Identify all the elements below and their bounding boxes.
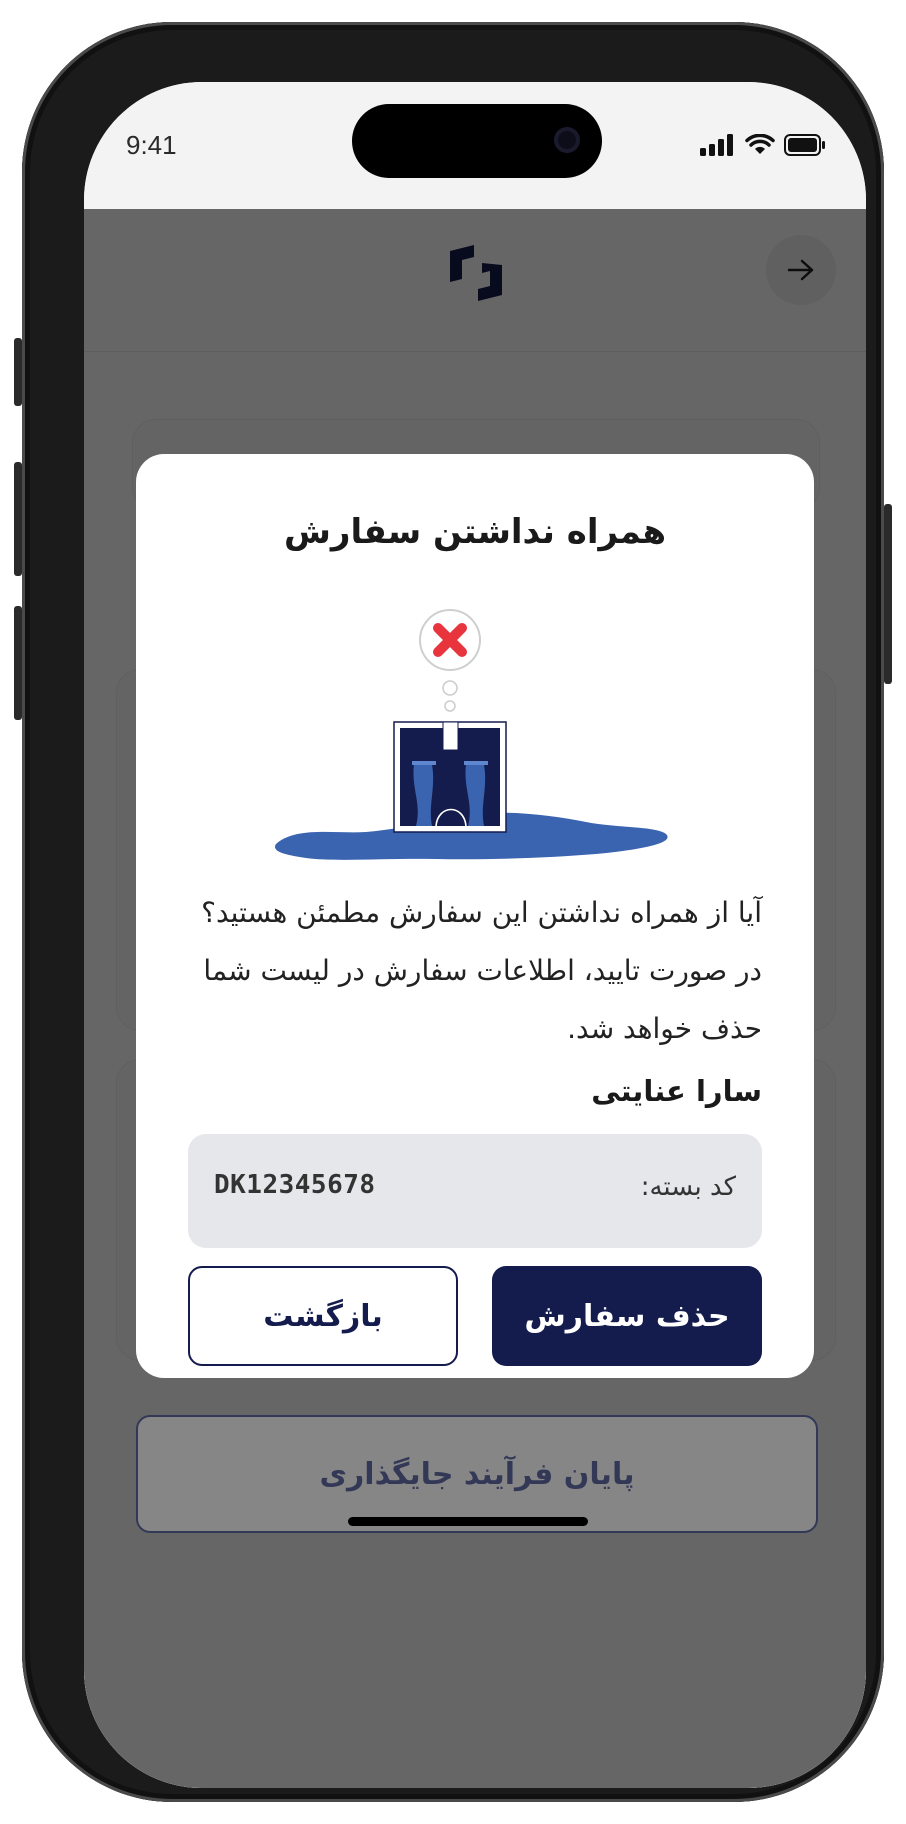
phone-volume-up-button <box>14 462 22 576</box>
return-button[interactable]: بازگشت <box>188 1266 458 1366</box>
delete-order-button[interactable]: حذف سفارش <box>492 1266 762 1366</box>
phone-volume-down-button <box>14 606 22 720</box>
package-code-box: کد بسته: DK12345678 <box>188 1134 762 1248</box>
status-time: 9:41 <box>126 130 177 160</box>
dialog-message: آیا از همراه نداشتن این سفارش مطمئن هستی… <box>201 896 762 1045</box>
status-icons <box>700 132 826 158</box>
package-code-value: DK12345678 <box>214 1170 376 1200</box>
camera-icon <box>554 127 580 153</box>
confirm-dialog: همراه نداشتن سفارش آیا از همراه نداشتن ا… <box>136 454 814 1378</box>
recipient-name: سارا عنایتی <box>591 1074 762 1108</box>
wifi-icon <box>745 134 775 154</box>
home-indicator <box>348 1517 588 1526</box>
phone-frame: 9:41 پایان فرآیند جایگذاری همراه نداشتن … <box>22 22 884 1802</box>
dynamic-island <box>352 104 602 178</box>
battery-icon <box>784 134 825 156</box>
empty-package-illustration <box>275 609 668 860</box>
phone-screen: 9:41 پایان فرآیند جایگذاری همراه نداشتن … <box>84 82 866 1788</box>
signal-icon <box>700 134 733 156</box>
phone-power-button <box>884 504 892 684</box>
phone-action-button <box>14 338 22 406</box>
package-code-label: کد بسته: <box>640 1172 736 1202</box>
finish-process-button[interactable]: پایان فرآیند جایگذاری <box>136 1415 818 1533</box>
status-bar: 9:41 <box>84 82 866 209</box>
dialog-title: همراه نداشتن سفارش <box>283 512 667 552</box>
